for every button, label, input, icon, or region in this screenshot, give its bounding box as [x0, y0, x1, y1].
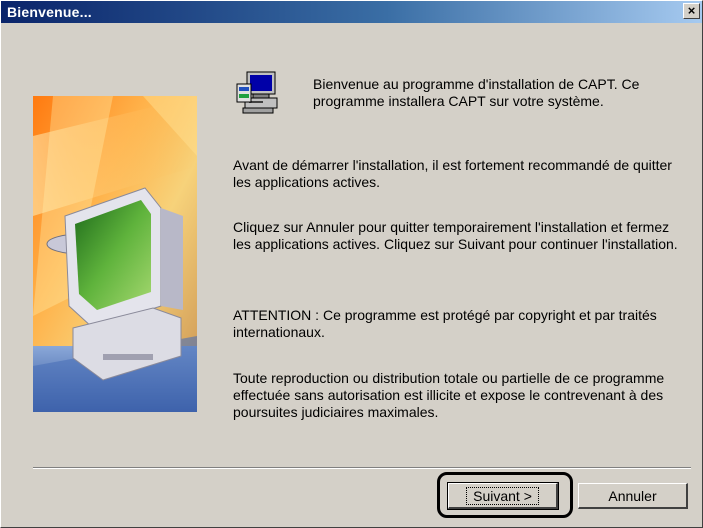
divider: [33, 467, 691, 469]
paragraph-copyright: ATTENTION : Ce programme est protégé par…: [233, 307, 657, 340]
side-illustration: [33, 96, 197, 412]
cancel-button[interactable]: Annuler: [578, 483, 688, 509]
paragraph-instructions: Cliquez sur Annuler pour quitter tempora…: [233, 219, 678, 252]
window-title: Bienvenue...: [7, 4, 92, 20]
installer-computer-icon: [233, 68, 281, 116]
paragraph-legal-warning: Toute reproduction ou distribution total…: [233, 370, 665, 420]
intro-text: Bienvenue au programme d'installation de…: [313, 76, 640, 109]
installer-dialog: Bienvenue... × Bienvenue au programme d'…: [0, 0, 703, 528]
computer-illustration-icon: [33, 96, 197, 412]
title-bar[interactable]: Bienvenue... ×: [1, 1, 702, 23]
paragraph-close-apps: Avant de démarrer l'installation, il est…: [233, 157, 672, 190]
close-button[interactable]: ×: [683, 3, 700, 19]
next-button[interactable]: Suivant >: [447, 482, 559, 510]
next-button-label: Suivant >: [466, 486, 539, 505]
